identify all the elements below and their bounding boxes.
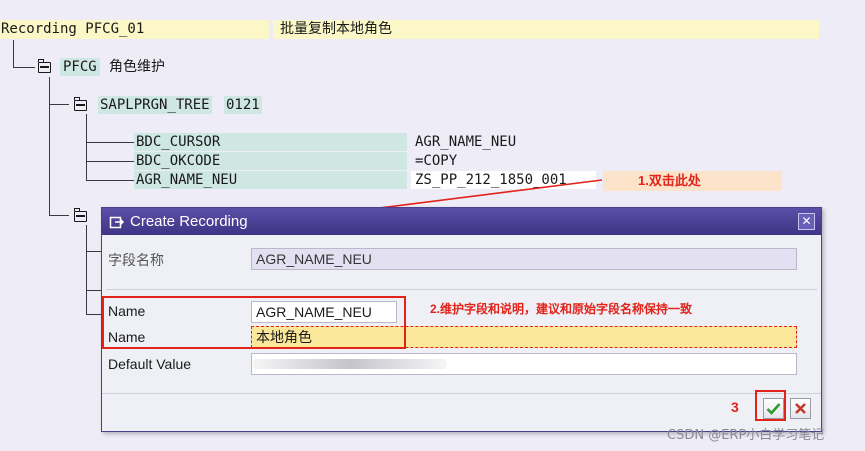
annotation-step2: 2.维护字段和说明，建议和原始字段名称保持一致 — [430, 302, 693, 316]
field-row[interactable]: BDC_OKCODE =COPY — [134, 152, 594, 171]
cancel-icon — [795, 403, 806, 414]
folder-open-icon — [37, 59, 51, 73]
annotation-step3: 3 — [731, 399, 739, 415]
cancel-button[interactable] — [790, 398, 811, 419]
tree-line — [49, 104, 69, 105]
annotation-step1: 1.双击此处 — [638, 173, 701, 188]
tree-line — [86, 180, 134, 181]
close-icon[interactable]: ✕ — [798, 213, 815, 230]
field-name: BDC_CURSOR — [134, 133, 407, 151]
tree-line — [86, 225, 87, 315]
field-name-row: 字段名称 AGR_NAME_NEU — [102, 246, 821, 272]
default-value-label: Default Value — [108, 356, 192, 372]
tree-line — [49, 215, 69, 216]
tree-line — [86, 251, 102, 252]
tree-line — [86, 161, 134, 162]
folder-open-icon — [73, 97, 87, 111]
divider — [106, 289, 817, 290]
tree-node-screen[interactable]: SAPLPRGN_TREE 0121 — [72, 95, 272, 115]
recording-name: Recording PFCG_01 — [0, 20, 269, 39]
field-name-label: 字段名称 — [108, 252, 164, 268]
tree-line — [86, 142, 134, 143]
field-row[interactable]: BDC_CURSOR AGR_NAME_NEU — [134, 133, 594, 152]
watermark: CSDN @ERP小白学习笔记 — [667, 428, 825, 443]
tree-line — [49, 77, 50, 215]
tree-line — [86, 114, 87, 180]
field-name: BDC_OKCODE — [134, 152, 407, 170]
folder-open-icon — [73, 208, 87, 222]
screen-program: SAPLPRGN_TREE — [98, 96, 212, 114]
create-recording-icon — [109, 216, 125, 229]
dialog-title-bar[interactable]: Create Recording ✕ — [102, 208, 821, 235]
field-value: =COPY — [415, 153, 458, 169]
tree-line — [13, 40, 14, 67]
default-value-row: Default Value — [102, 352, 821, 378]
field-name-input: AGR_NAME_NEU — [251, 248, 797, 270]
annotation-box-name-fields — [102, 296, 406, 349]
field-value: AGR_NAME_NEU — [415, 134, 517, 150]
blurred-value — [252, 359, 447, 369]
tree-line — [13, 67, 35, 68]
transaction-description: 角色维护 — [109, 59, 165, 75]
annotation-box-confirm — [755, 390, 786, 421]
recording-description: 批量复制本地角色 — [273, 20, 819, 39]
transaction-code: PFCG — [60, 58, 100, 76]
tree-node-transaction[interactable]: PFCG 角色维护 — [36, 57, 186, 77]
divider — [102, 393, 821, 394]
dialog-title: Create Recording — [130, 213, 248, 230]
tree-line — [86, 290, 102, 291]
screen-number: 0121 — [224, 96, 262, 114]
tree-line — [86, 314, 102, 315]
